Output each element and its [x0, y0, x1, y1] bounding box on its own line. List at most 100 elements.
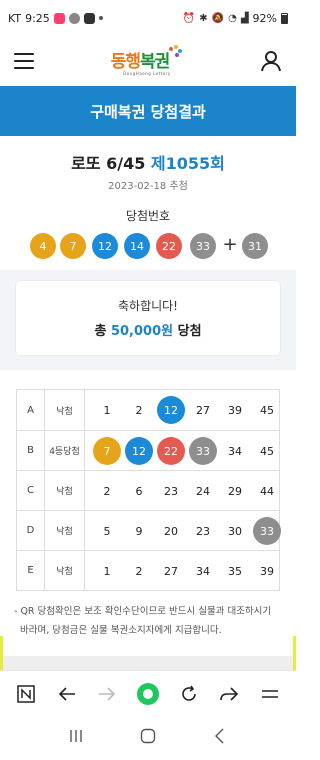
notice-line-1: - QR 당첨확인은 보조 확인수단이므로 반드시 실물과 대조하시기 [14, 606, 272, 617]
refresh-icon[interactable] [173, 678, 205, 710]
logo-pinwheel-icon [169, 44, 183, 57]
ticket-table: A 낙첨 1 2 12 27 39 45 B 4등당첨 7 12 22 33 34 45 C 낙첨 2 6 23 24 29… [16, 389, 281, 591]
notice-text: - QR 당첨확인은 보조 확인수단이므로 반드시 실물과 대조하시기 바라며,… [14, 602, 284, 640]
draw-round: 제1055회 [150, 154, 225, 173]
ticket-number: 1 [103, 564, 111, 578]
ticket-number: 24 [196, 484, 210, 498]
ticket-number: 5 [103, 524, 111, 538]
ticket-row: C 낙첨 2 6 23 24 29 44 [17, 470, 279, 510]
ticket-row-result: 낙첨 [45, 551, 85, 590]
winning-ball: 12 [92, 233, 118, 259]
green-dot-icon[interactable] [132, 678, 164, 710]
winning-ball: 22 [156, 233, 182, 259]
ticket-number: 45 [260, 444, 274, 458]
donghaeng-lottery-logo[interactable]: 동행 복권 DongHaeng Lottery [110, 44, 184, 76]
clock: 9:25 [25, 11, 50, 25]
ticket-number: 23 [196, 524, 210, 538]
carrier-label: KT [8, 11, 22, 25]
prize-amount-line: 총 50,000원 당첨 [94, 320, 201, 339]
ticket-number: 45 [260, 403, 274, 417]
draw-date: 2023-02-18 추첨 [108, 181, 188, 192]
matched-number: 7 [93, 437, 121, 465]
user-icon[interactable] [260, 50, 282, 72]
ticket-number: 1 [103, 403, 111, 417]
game-name: 로또 6/45 [71, 154, 146, 173]
winning-numbers: 4 7 12 14 22 33 + 31 [0, 233, 296, 261]
matched-number: 33 [189, 437, 217, 465]
ticket-number: 6 [135, 484, 143, 498]
back-icon[interactable] [212, 728, 228, 748]
recent-apps-icon[interactable] [68, 728, 84, 748]
share-icon[interactable] [213, 678, 245, 710]
ticket-row-numbers: 7 12 22 33 34 45 [85, 431, 279, 470]
prize-suffix: 당첨 [177, 324, 202, 339]
menu-icon[interactable] [14, 53, 34, 69]
matched-number: 33 [253, 517, 281, 545]
ticket-row-result: 낙첨 [45, 511, 85, 550]
winning-ball: 4 [30, 233, 56, 259]
ticket-number: 39 [260, 564, 274, 578]
system-nav-bar [0, 716, 296, 760]
ticket-number: 9 [135, 524, 143, 538]
bonus-plus: + [222, 234, 238, 255]
ticket-number: 30 [228, 524, 242, 538]
ticket-row-result: 낙첨 [45, 471, 85, 510]
ticket-row-result: 낙첨 [45, 390, 85, 430]
ticket-number: 23 [164, 484, 178, 498]
ticket-number: 34 [228, 444, 242, 458]
page-title: 구매복권 당첨결과 [0, 86, 296, 136]
prize-box: 축하합니다! 총 50,000원 당첨 [16, 281, 280, 355]
forward-arrow-icon[interactable] [91, 678, 123, 710]
ticket-number: 2 [135, 403, 143, 417]
ticket-number: 27 [196, 403, 210, 417]
ticket-number: 27 [164, 564, 178, 578]
logo-subtitle: DongHaeng Lottery [123, 70, 171, 76]
footer-strip [0, 656, 296, 670]
alarm-icon: ⏰ [182, 12, 196, 24]
matched-number: 12 [125, 437, 153, 465]
prize-prefix: 총 [94, 324, 107, 339]
app-header: 동행 복권 DongHaeng Lottery [0, 36, 296, 86]
notice-line-2: 바라며, 당첨금은 실물 복권소지자에게 지급합니다. [20, 625, 222, 636]
mute-icon: 🔕 [211, 12, 225, 24]
draw-heading: 로또 6/45 제1055회 [0, 150, 296, 174]
winning-numbers-label: 당첨번호 [125, 209, 171, 223]
ticket-row-numbers: 2 6 23 24 29 44 [85, 471, 279, 510]
logo-text-bokgwon: 복권 [140, 51, 170, 72]
prize-amount: 50,000원 [110, 324, 174, 339]
ticket-row: A 낙첨 1 2 12 27 39 45 [17, 390, 279, 430]
ticket-number: 20 [164, 524, 178, 538]
status-left: KT 9:25 [8, 12, 103, 25]
ticket-row-numbers: 5 9 20 23 30 33 [85, 511, 281, 550]
message-icon [68, 12, 80, 24]
winning-ball: 14 [124, 233, 150, 259]
ticket-number: 35 [228, 564, 242, 578]
ticket-number: 29 [228, 484, 242, 498]
ticket-number: 39 [228, 403, 242, 417]
logo-text-donghaeng: 동행 [110, 51, 141, 72]
home-icon[interactable] [140, 728, 156, 748]
ticket-row-numbers: 1 2 27 34 35 39 [85, 551, 279, 590]
browser-toolbar [0, 670, 296, 716]
signal-icon: ▟ [240, 12, 249, 24]
ticket-row-result: 4등당첨 [45, 431, 85, 470]
congrats-text: 축하합니다! [117, 299, 178, 313]
ticket-number: 34 [196, 564, 210, 578]
notification-b-icon [83, 12, 95, 24]
ticket-number: 2 [103, 484, 111, 498]
ticket-row-letter: B [17, 431, 45, 470]
naver-home-icon[interactable] [10, 678, 42, 710]
winning-ball: 7 [60, 233, 86, 259]
ticket-row: B 4등당첨 7 12 22 33 34 45 [17, 430, 279, 470]
wifi-icon: ◔ [228, 12, 237, 24]
matched-number: 12 [157, 396, 185, 424]
ticket-row: D 낙첨 5 9 20 23 30 33 [17, 510, 281, 550]
more-menu-icon[interactable] [254, 678, 286, 710]
ticket-row: E 낙첨 1 2 27 34 35 39 [17, 550, 279, 590]
ticket-row-numbers: 1 2 12 27 39 45 [85, 390, 279, 430]
winning-ball: 33 [190, 233, 216, 259]
battery-level: 92% [252, 11, 277, 25]
status-bar: KT 9:25 ⏰ ✱ 🔕 ◔ ▟ 92% [0, 0, 296, 36]
back-arrow-icon[interactable] [51, 678, 83, 710]
ticket-row-letter: E [17, 551, 45, 590]
